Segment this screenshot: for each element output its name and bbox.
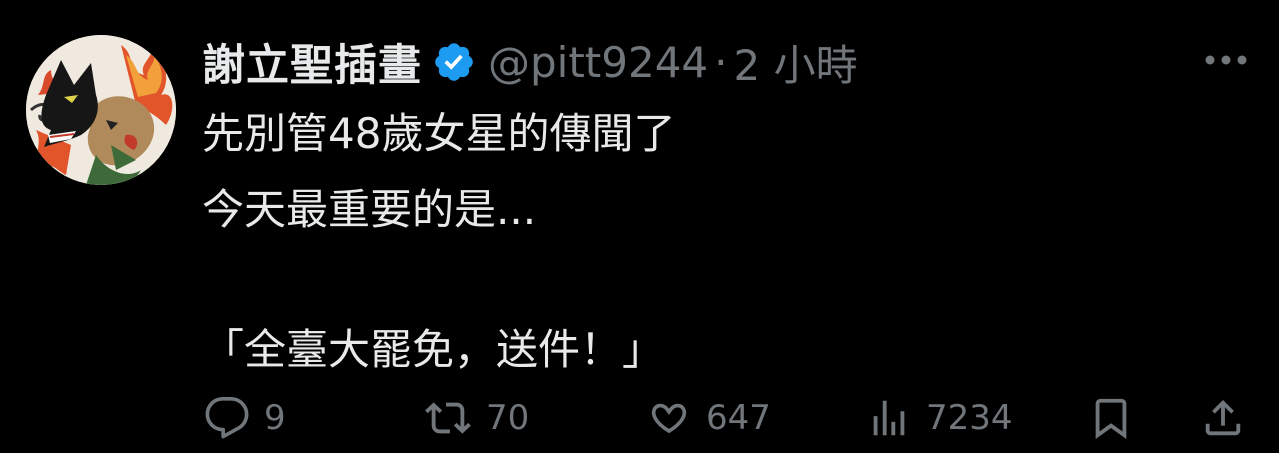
tweet-actions: 9 70 647 7234 <box>200 388 1260 448</box>
views-button[interactable]: 7234 <box>866 388 1013 448</box>
retweet-count: 70 <box>486 398 530 438</box>
verified-badge-icon <box>432 40 476 84</box>
retweet-icon <box>424 395 472 441</box>
timestamp[interactable]: 2 小時 <box>734 32 858 93</box>
bookmark-icon <box>1088 395 1134 441</box>
user-handle[interactable]: @pitt9244 <box>488 38 708 87</box>
share-button[interactable] <box>1200 388 1246 448</box>
share-icon <box>1200 395 1246 441</box>
tweet-line: 今天最重要的是... <box>202 185 537 234</box>
avatar[interactable] <box>26 35 176 185</box>
more-options-icon[interactable] <box>1196 40 1256 80</box>
reply-count: 9 <box>264 398 286 438</box>
views-icon <box>866 395 912 441</box>
reply-button[interactable]: 9 <box>204 388 286 448</box>
separator-dot: · <box>714 37 728 87</box>
bookmark-button[interactable] <box>1088 388 1134 448</box>
views-count: 7234 <box>926 398 1013 438</box>
reply-icon <box>204 395 250 441</box>
tweet-line <box>202 248 675 312</box>
like-button[interactable]: 647 <box>646 388 771 448</box>
like-count: 647 <box>706 398 771 438</box>
tweet-header: 謝立聖插畫 @pitt9244 · 2 小時 <box>202 30 858 94</box>
tweet[interactable]: 謝立聖插畫 @pitt9244 · 2 小時 先別管48歲女星的傳聞了 今天最重… <box>0 0 1279 453</box>
tweet-text: 先別管48歲女星的傳聞了 今天最重要的是... 「全臺大罷免，送件！」 <box>202 96 675 388</box>
retweet-button[interactable]: 70 <box>424 388 529 448</box>
tweet-line: 先別管48歲女星的傳聞了 <box>202 109 676 158</box>
tweet-line: 「全臺大罷免，送件！」 <box>202 325 665 374</box>
display-name[interactable]: 謝立聖插畫 <box>202 31 422 93</box>
heart-icon <box>646 395 692 441</box>
